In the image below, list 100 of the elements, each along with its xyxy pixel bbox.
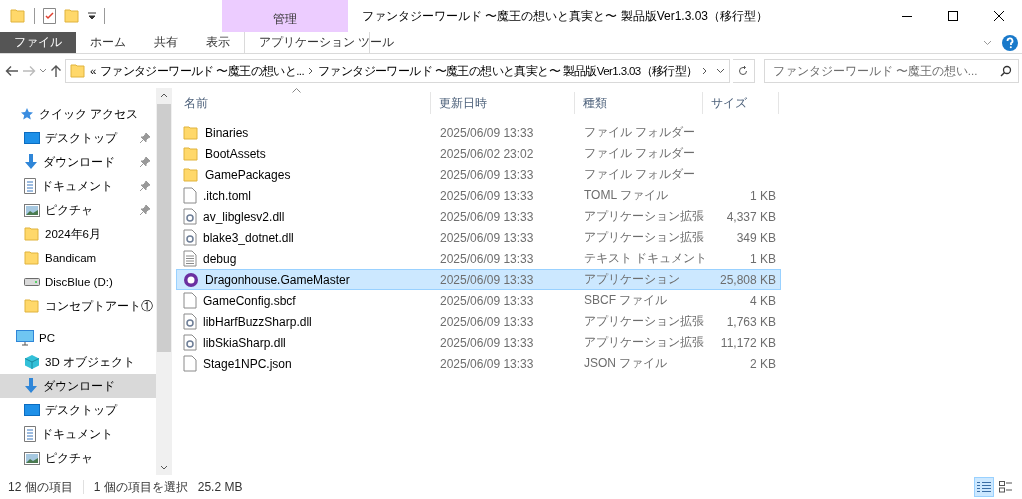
refresh-button[interactable]	[732, 59, 755, 83]
sidebar-item[interactable]: ピクチャ	[0, 446, 156, 470]
column-header[interactable]: 名前	[176, 92, 431, 114]
selection-size: 25.2 MB	[197, 480, 243, 494]
type-cell-text: アプリケーション拡張	[583, 208, 704, 225]
dropdown-icon[interactable]	[88, 12, 96, 20]
address-bar[interactable]: « ファンタジーワールド 〜魔王の想いと... ファンタジーワールド 〜魔王の想いと真実と〜 製品版Ver1.3.03（移行型）	[65, 59, 730, 83]
gear-file-icon	[183, 313, 197, 330]
sidebar-item[interactable]: 3D オブジェクト	[0, 350, 156, 374]
date-cell-text: 2025/06/09 13:33	[439, 251, 535, 266]
file-tab[interactable]: ファイル	[0, 32, 76, 53]
file-row[interactable]: Binaries 2025/06/09 13:33 ファイル フォルダー	[176, 122, 781, 143]
file-icon	[183, 292, 197, 309]
properties-icon[interactable]	[43, 8, 56, 24]
pin-icon	[140, 133, 150, 143]
file-row[interactable]: av_libglesv2.dll 2025/06/09 13:33 アプリケーション拡張 4,337 KB	[176, 206, 781, 227]
type-cell-text: アプリケーション拡張	[583, 313, 704, 330]
file-name: Stage1NPC.json	[203, 356, 292, 371]
sidebar-item[interactable]: 2024年6月	[0, 222, 156, 246]
date-cell-text: 2025/06/09 13:33	[439, 125, 535, 140]
chevron-down-icon[interactable]	[39, 68, 47, 74]
picture-icon	[24, 203, 40, 217]
sidebar-item[interactable]: ドキュメント	[0, 422, 156, 446]
size-cell-text: 11,172 KB	[719, 335, 777, 350]
document-icon	[24, 178, 36, 194]
maximize-icon	[948, 11, 958, 21]
sidebar-section[interactable]: PC	[0, 326, 156, 350]
gear-file-icon	[183, 334, 197, 351]
file-row[interactable]: GameConfig.sbcf 2025/06/09 13:33 SBCF ファイル 4 KB	[176, 290, 781, 311]
file-row[interactable]: debug 2025/06/09 13:33 テキスト ドキュメント 1 KB	[176, 248, 781, 269]
date-cell-text: 2025/06/09 13:33	[439, 314, 535, 329]
file-row[interactable]: Dragonhouse.GameMaster 2025/06/09 13:33 アプリケーション 25,808 KB	[176, 269, 781, 290]
pin-icon	[140, 181, 150, 191]
file-row[interactable]: blake3_dotnet.dll 2025/06/09 13:33 アプリケーション拡張 349 KB	[176, 227, 781, 248]
sidebar-item[interactable]: ドキュメント	[0, 174, 156, 198]
sidebar-item[interactable]: ピクチャ	[0, 198, 156, 222]
ribbon-tab[interactable]: 表示	[192, 32, 244, 53]
desktop-icon	[24, 404, 40, 416]
column-header[interactable]: サイズ	[703, 92, 779, 114]
sidebar-item[interactable]: Bandicam	[0, 246, 156, 270]
item-label[interactable]: ピクチャ	[45, 450, 93, 466]
column-header[interactable]: 種類	[575, 92, 703, 114]
ribbon-tab[interactable]: 共有	[140, 32, 192, 53]
file-row[interactable]: BootAssets 2025/06/02 23:02 ファイル フォルダー	[176, 143, 781, 164]
help-icon[interactable]	[1002, 34, 1018, 51]
date-cell-text: 2025/06/02 23:02	[439, 146, 535, 161]
item-label[interactable]: 3D オブジェクト	[45, 354, 135, 370]
details-view-button[interactable]	[974, 477, 994, 497]
file-row[interactable]: libHarfBuzzSharp.dll 2025/06/09 13:33 アプリケーション拡張 1,763 KB	[176, 311, 781, 332]
chevron-right-icon[interactable]	[308, 67, 314, 75]
breadcrumb[interactable]: ファンタジーワールド 〜魔王の想いと真実と〜 製品版Ver1.3.03（移行型）	[318, 63, 698, 79]
item-label[interactable]: ダウンロード	[43, 154, 115, 170]
size-cell-text: 1 KB	[749, 251, 777, 266]
type-cell-text: TOML ファイル	[583, 187, 669, 204]
pin-icon	[140, 157, 150, 167]
item-label[interactable]: コンセプトアート①	[45, 298, 153, 314]
ribbon-tab[interactable]: ホーム	[76, 32, 140, 53]
type-cell-text: アプリケーション拡張	[583, 334, 704, 351]
file-row[interactable]: libSkiaSharp.dll 2025/06/09 13:33 アプリケーション拡張 11,172 KB	[176, 332, 781, 353]
type-cell-text: ファイル フォルダー	[583, 145, 697, 162]
item-label[interactable]: ドキュメント	[41, 426, 113, 442]
sidebar-item[interactable]: ダウンロード	[0, 150, 156, 174]
column-header[interactable]: 更新日時	[431, 92, 575, 114]
file-row[interactable]: .itch.toml 2025/06/09 13:33 TOML ファイル 1 KB	[176, 185, 781, 206]
ribbon-tab[interactable]: アプリケーション ツール	[245, 32, 409, 53]
file-row[interactable]: GamePackages 2025/06/09 13:33 ファイル フォルダー	[176, 164, 781, 185]
back-icon[interactable]	[5, 65, 19, 77]
file-name: GamePackages	[205, 167, 291, 182]
overflow-mark[interactable]: «	[90, 65, 96, 77]
item-label[interactable]: デスクトップ	[45, 130, 117, 146]
sidebar-item[interactable]: DiscBlue (D:)	[0, 270, 156, 294]
sidebar-item[interactable]: デスクトップ	[0, 126, 156, 150]
item-label[interactable]: デスクトップ	[45, 402, 117, 418]
file-icon	[183, 355, 197, 372]
sidebar-item[interactable]: デスクトップ	[0, 398, 156, 422]
item-label[interactable]: DiscBlue (D:)	[45, 276, 113, 288]
selection-count: 1 個の項目を選択	[93, 478, 188, 496]
search-icon	[1000, 65, 1012, 77]
item-label[interactable]: 2024年6月	[45, 226, 101, 242]
file-row[interactable]: Stage1NPC.json 2025/06/09 13:33 JSON ファイル 2 KB	[176, 353, 781, 374]
section-label[interactable]: クイック アクセス	[39, 106, 139, 122]
type-cell-text: ファイル フォルダー	[583, 166, 697, 183]
sidebar-item[interactable]: コンセプトアート①	[0, 294, 156, 318]
item-label[interactable]: ダウンロード	[43, 378, 115, 394]
item-label[interactable]: ピクチャ	[45, 202, 93, 218]
details-view-icon	[977, 481, 991, 493]
section-label[interactable]: PC	[39, 332, 55, 344]
sidebar-item[interactable]: ダウンロード	[0, 374, 156, 398]
item-label[interactable]: Bandicam	[45, 252, 97, 264]
chevron-down-icon[interactable]	[715, 68, 725, 74]
sidebar-section[interactable]: クイック アクセス	[0, 102, 156, 126]
chevron-right-icon[interactable]	[701, 67, 708, 75]
gear-file-icon	[183, 229, 197, 246]
item-label[interactable]: ドキュメント	[41, 178, 113, 194]
file-name: blake3_dotnet.dll	[203, 230, 294, 245]
size-cell-text: 349 KB	[735, 230, 777, 245]
pin-icon	[140, 205, 150, 215]
breadcrumb[interactable]: ファンタジーワールド 〜魔王の想いと...	[99, 63, 304, 79]
up-icon[interactable]	[50, 64, 62, 78]
search-field[interactable]: ファンタジーワールド 〜魔王の想い...	[763, 59, 1019, 83]
